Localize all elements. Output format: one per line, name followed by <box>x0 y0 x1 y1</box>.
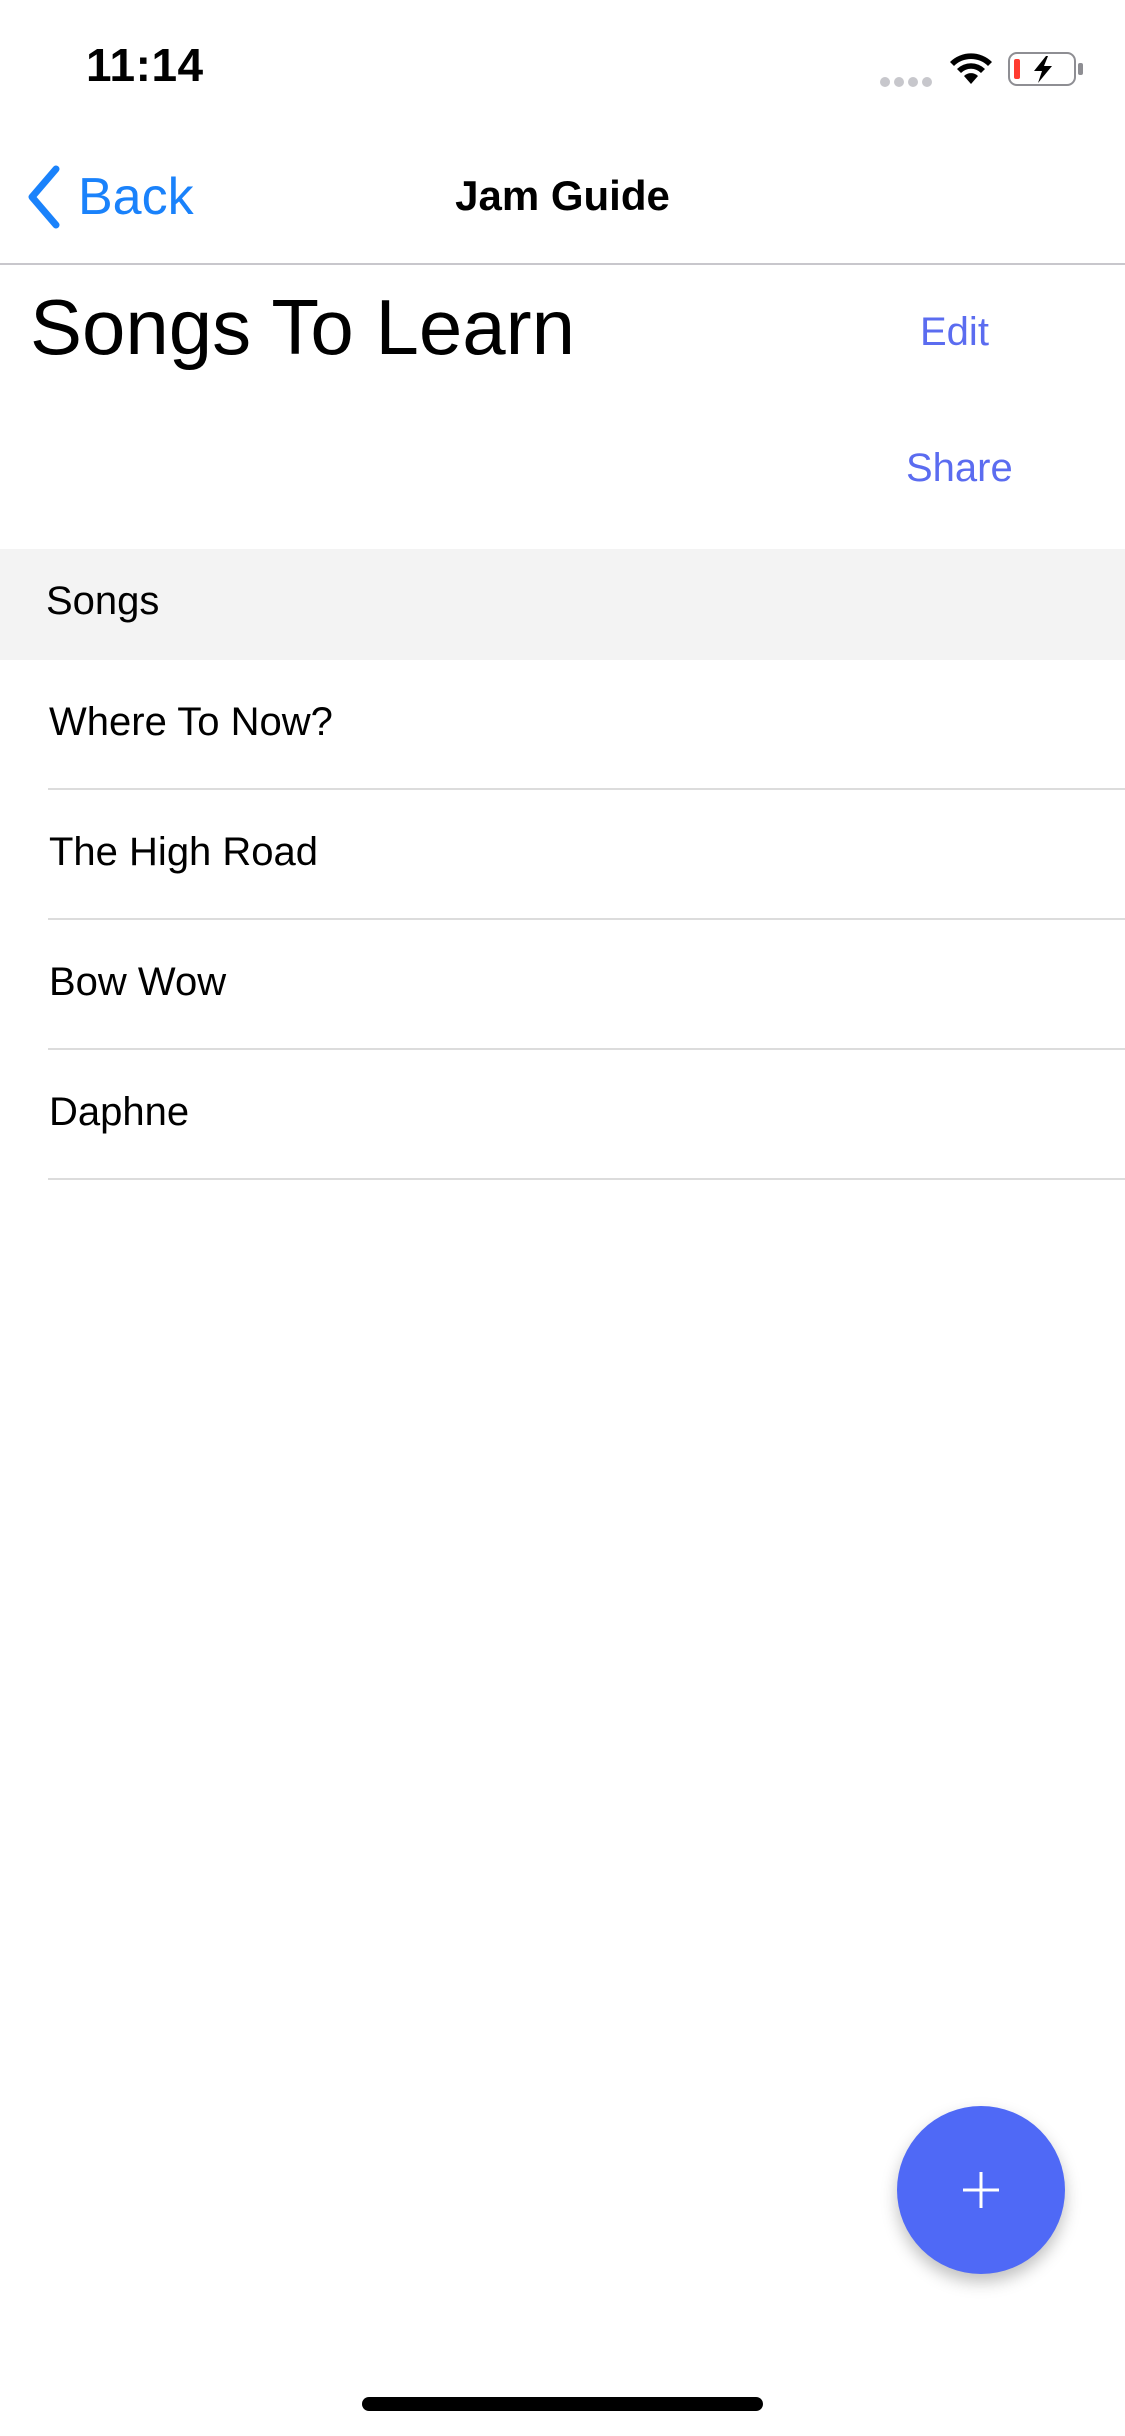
add-song-button[interactable] <box>897 2106 1065 2274</box>
song-title: The High Road <box>49 830 319 874</box>
battery-charging-icon <box>1008 52 1083 86</box>
section-header: Songs <box>0 549 1125 660</box>
edit-button[interactable]: Edit <box>920 310 989 355</box>
list-item[interactable]: Where To Now? <box>0 660 1125 790</box>
share-button[interactable]: Share <box>906 446 1013 491</box>
wifi-icon <box>950 53 992 84</box>
page-title: Songs To Learn <box>30 283 575 371</box>
list-item[interactable]: Bow Wow <box>0 920 1125 1050</box>
list-item[interactable]: Daphne <box>0 1050 1125 1180</box>
plus-icon <box>963 2172 999 2208</box>
song-title: Where To Now? <box>49 700 333 744</box>
status-time: 11:14 <box>86 39 204 91</box>
song-title: Daphne <box>49 1090 190 1134</box>
song-title: Bow Wow <box>49 960 227 1004</box>
signal-dots-icon <box>880 74 936 87</box>
section-header-label: Songs <box>46 579 160 623</box>
status-bar: 11:14 <box>0 0 1125 132</box>
navigation-bar: Back Jam Guide <box>0 132 1125 265</box>
song-list: Where To Now? The High Road Bow Wow Daph… <box>0 660 1125 1180</box>
nav-title: Jam Guide <box>455 172 670 219</box>
list-item[interactable]: The High Road <box>0 790 1125 920</box>
home-indicator[interactable] <box>362 2397 763 2411</box>
